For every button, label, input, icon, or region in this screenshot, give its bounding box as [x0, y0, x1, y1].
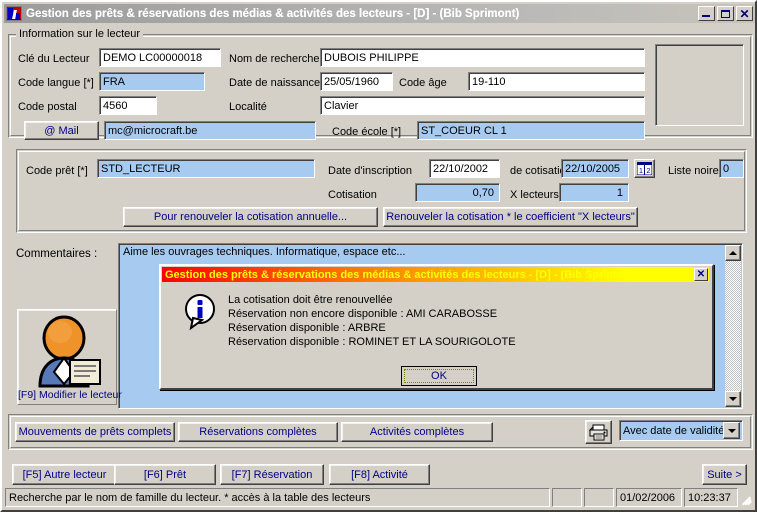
f6-pret-button[interactable]: [F6] Prêt [114, 464, 216, 485]
calendar-icon: 1 2 [637, 162, 652, 175]
localite-label: Localité [229, 101, 267, 113]
info-icon [185, 294, 215, 330]
de-cotisation-input[interactable]: 22/10/2005 [561, 159, 629, 178]
scroll-up-button[interactable] [725, 245, 741, 261]
print-button[interactable] [585, 420, 612, 444]
modify-reader-button[interactable]: [F9] Modifier le lecteur [17, 309, 122, 405]
mail-input[interactable]: mc@microcraft.be [104, 121, 316, 140]
code-age-value[interactable]: 19-110 [468, 72, 645, 91]
chevron-down-icon[interactable] [723, 422, 740, 439]
comments-text: Aime les ouvrages techniques. Informatiq… [123, 246, 406, 258]
code-postal-label: Code postal [18, 101, 77, 113]
date-inscription-value[interactable]: 22/10/2002 [429, 159, 500, 178]
window-titlebar[interactable]: Gestion des prêts & réservations des méd… [4, 4, 755, 23]
cle-lecteur-value[interactable]: DEMO LC00000018 [99, 48, 221, 67]
dialog-ok-button[interactable]: OK [401, 366, 477, 386]
dialog-message-line-3: Réservation disponible : ARBRE [228, 322, 386, 334]
reservations-completes-button[interactable]: Réservations complètes [178, 422, 338, 442]
user-document-icon [38, 315, 101, 388]
dialog-title: Gestion des prêts & réservations des méd… [165, 268, 637, 281]
comments-scrollbar[interactable] [725, 245, 741, 407]
dialog-message: La cotisation doit être renouvellée Rése… [228, 293, 516, 349]
mail-button[interactable]: @ Mail [24, 121, 99, 140]
comments-label: Commentaires : [16, 248, 98, 260]
main-window: Gestion des prêts & réservations des méd… [0, 0, 757, 512]
dialog-message-line-4: Réservation disponible : ROMINET ET LA S… [228, 336, 516, 348]
statusbar-time: 10:23:37 [684, 488, 738, 507]
code-postal-input[interactable]: 4560 [99, 96, 157, 115]
code-age-label: Code âge [399, 77, 447, 89]
printer-icon [588, 424, 607, 440]
localite-value[interactable]: Clavier [320, 96, 645, 115]
statusbar: Recherche par le nom de famille du lecte… [5, 488, 754, 507]
modify-reader-label: [F9] Modifier le lecteur [18, 389, 122, 401]
liste-noire-label: Liste noire [668, 165, 719, 177]
statusbar-panel-3 [584, 488, 614, 507]
dialog-close-button[interactable]: ✕ [694, 268, 708, 281]
calendar-icon-button[interactable]: 1 2 [634, 159, 655, 178]
liste-noire-input[interactable]: 0 [719, 159, 744, 178]
minimize-button[interactable] [698, 6, 715, 21]
f8-activite-button[interactable]: [F8] Activité [329, 464, 430, 485]
dialog-message-line-2: Réservation non encore disponible : AMI … [228, 308, 498, 320]
dialog-message-line-1: La cotisation doit être renouvellée [228, 294, 393, 306]
suite-button[interactable]: Suite > [702, 464, 747, 485]
mouvements-complets-button[interactable]: Mouvements de prêts complets [15, 422, 175, 442]
maximize-button[interactable] [717, 6, 734, 21]
nom-recherche-input[interactable]: DUBOIS PHILIPPE [320, 48, 645, 67]
cotisation-input[interactable]: 0,70 [415, 183, 500, 202]
cotisation-label: Cotisation [328, 189, 377, 201]
activites-completes-button[interactable]: Activités complètes [341, 422, 493, 442]
code-ecole-input[interactable]: ST_COEUR CL 1 [417, 121, 645, 140]
nom-recherche-label: Nom de recherche [229, 53, 320, 65]
f7-reservation-button[interactable]: [F7] Réservation [220, 464, 324, 485]
statusbar-message: Recherche par le nom de famille du lecte… [5, 488, 550, 507]
validity-date-value: Avec date de validité [623, 424, 723, 437]
date-naissance-input[interactable]: 25/05/1960 [320, 72, 393, 91]
validity-date-combobox[interactable]: Avec date de validité [619, 420, 743, 441]
x-lecteurs-input[interactable]: 1 [559, 183, 629, 202]
scroll-up-arrow-icon [729, 251, 737, 255]
date-naissance-label: Date de naissance [229, 77, 321, 89]
message-dialog: Gestion des prêts & réservations des méd… [159, 264, 714, 390]
svg-text:2: 2 [647, 168, 651, 175]
code-langue-label: Code langue [*] [18, 77, 94, 89]
f5-autre-lecteur-button[interactable]: [F5] Autre lecteur [12, 464, 117, 485]
reader-info-legend: Information sur le lecteur [16, 28, 144, 40]
scroll-down-button[interactable] [725, 391, 741, 407]
svg-text:1: 1 [639, 168, 643, 175]
code-pret-label: Code prêt [*] [26, 165, 88, 177]
dialog-titlebar[interactable]: Gestion des prêts & réservations des méd… [162, 267, 709, 282]
app-icon [6, 6, 22, 21]
close-button[interactable]: ✕ [736, 6, 753, 21]
scroll-down-arrow-icon [729, 397, 737, 401]
x-lecteurs-label: X lecteurs [510, 189, 559, 201]
renew-annual-button[interactable]: Pour renouveler la cotisation annuelle..… [123, 207, 378, 227]
reader-photo-placeholder [655, 44, 744, 126]
code-ecole-label: Code école [*] [332, 126, 402, 138]
focus-ring [404, 369, 474, 383]
code-pret-input[interactable]: STD_LECTEUR [97, 159, 315, 178]
resize-grip[interactable] [740, 488, 754, 507]
statusbar-date: 01/02/2006 [616, 488, 682, 507]
code-langue-input[interactable]: FRA [99, 72, 205, 91]
date-inscription-label: Date d'inscription [328, 165, 413, 177]
cle-lecteur-label: Clé du Lecteur [18, 53, 90, 65]
window-controls: ✕ [698, 6, 753, 21]
window-title: Gestion des prêts & réservations des méd… [26, 7, 520, 20]
statusbar-panel-2 [552, 488, 582, 507]
renew-coefficient-button[interactable]: Renouveler la cotisation * le coefficien… [383, 207, 638, 227]
